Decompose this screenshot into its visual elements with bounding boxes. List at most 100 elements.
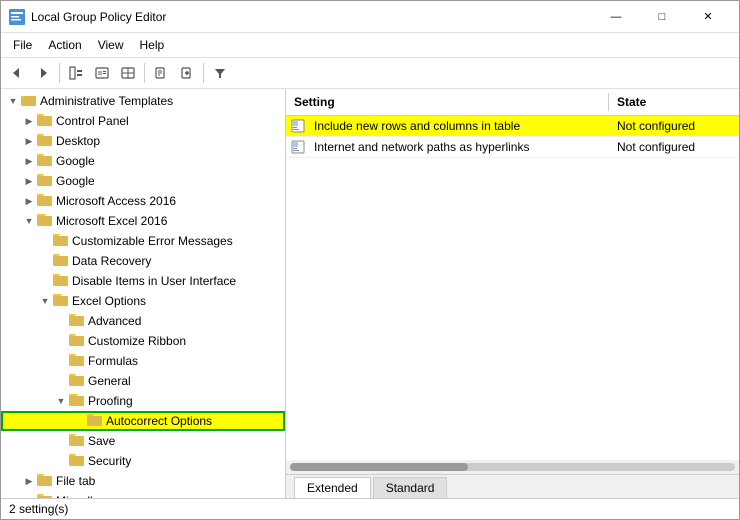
tree-label-advanced: Advanced <box>88 314 141 328</box>
folder-icon-excel-options <box>53 292 69 311</box>
menu-view[interactable]: View <box>90 35 132 55</box>
folder-icon-proofing <box>69 392 85 411</box>
left-panel[interactable]: ▼ Administrative Templates ▶ <box>1 89 286 498</box>
tree-item-autocorrect[interactable]: ▶ Autocorrect Options <box>1 411 285 431</box>
main-window: Local Group Policy Editor — □ ✕ File Act… <box>0 0 740 520</box>
tree-label-formulas: Formulas <box>88 354 138 368</box>
tree-item-formulas[interactable]: ▶ Formulas <box>1 351 285 371</box>
table-row[interactable]: Internet and network paths as hyperlinks… <box>286 137 739 158</box>
tree-item-data-recovery[interactable]: ▶ Data Recovery <box>1 251 285 271</box>
toolbar <box>1 58 739 89</box>
title-controls: — □ ✕ <box>593 4 731 30</box>
minimize-button[interactable]: — <box>593 4 639 30</box>
table-row[interactable]: Include new rows and columns in table No… <box>286 116 739 137</box>
edit-button[interactable] <box>149 61 173 85</box>
table-header: Setting State <box>286 89 739 116</box>
folder-icon-admin <box>21 92 37 111</box>
tree-item-google1[interactable]: ▶ Google <box>1 151 285 171</box>
h-scrollbar-area[interactable] <box>286 460 739 474</box>
expand-control-panel[interactable]: ▶ <box>21 113 37 129</box>
folder-icon-security <box>69 452 85 471</box>
tree-item-ms-excel[interactable]: ▼ Microsoft Excel 2016 <box>1 211 285 231</box>
folder-icon-autocorrect <box>87 412 103 431</box>
expand-excel-options[interactable]: ▼ <box>37 293 53 309</box>
tree-label-control-panel: Control Panel <box>56 114 129 128</box>
folder-icon-google2 <box>37 172 53 191</box>
row-text-1: Internet and network paths as hyperlinks <box>310 138 609 156</box>
new-button[interactable] <box>175 61 199 85</box>
row-state-1: Not configured <box>609 138 739 156</box>
expand-google1[interactable]: ▶ <box>21 153 37 169</box>
folder-icon-general <box>69 372 85 391</box>
tree-item-excel-options[interactable]: ▼ Excel Options <box>1 291 285 311</box>
h-scrollbar-thumb[interactable] <box>290 463 468 471</box>
tree-label-save: Save <box>88 434 115 448</box>
tree-label-general: General <box>88 374 131 388</box>
folder-icon-customizable-errors <box>53 232 69 251</box>
extend-button[interactable] <box>116 61 140 85</box>
folder-icon-customize-ribbon <box>69 332 85 351</box>
right-panel: Setting State Include new rows and <box>286 89 739 498</box>
row-icon-0 <box>290 118 306 134</box>
tree-item-proofing[interactable]: ▼ Proofing <box>1 391 285 411</box>
col-header-state: State <box>609 93 739 111</box>
table-body[interactable]: Include new rows and columns in table No… <box>286 116 739 460</box>
folder-icon-file-tab <box>37 472 53 491</box>
tree-item-admin-templates[interactable]: ▼ Administrative Templates <box>1 91 285 111</box>
tree-view: ▼ Administrative Templates ▶ <box>1 89 285 498</box>
expand-desktop[interactable]: ▶ <box>21 133 37 149</box>
tabs-bar: Extended Standard <box>286 474 739 498</box>
tree-item-disable-items[interactable]: ▶ Disable Items in User Interface <box>1 271 285 291</box>
tree-item-google2[interactable]: ▶ Google <box>1 171 285 191</box>
folder-icon-advanced <box>69 312 85 331</box>
maximize-button[interactable]: □ <box>639 4 685 30</box>
toolbar-sep-2 <box>144 63 145 83</box>
window-title: Local Group Policy Editor <box>31 10 166 24</box>
row-state-0: Not configured <box>609 117 739 135</box>
status-bar: 2 setting(s) <box>1 498 739 519</box>
folder-icon-ms-access <box>37 192 53 211</box>
folder-icon-ms-excel <box>37 212 53 231</box>
row-text-0: Include new rows and columns in table <box>310 117 609 135</box>
tree-item-file-tab[interactable]: ▶ File tab <box>1 471 285 491</box>
menu-file[interactable]: File <box>5 35 40 55</box>
menu-help[interactable]: Help <box>132 35 173 55</box>
tree-item-save[interactable]: ▶ Save <box>1 431 285 451</box>
expand-ms-excel[interactable]: ▼ <box>21 213 37 229</box>
tree-label-admin-templates: Administrative Templates <box>40 94 173 108</box>
tab-standard[interactable]: Standard <box>373 477 448 498</box>
title-bar-left: Local Group Policy Editor <box>9 9 166 25</box>
filter-button[interactable] <box>208 61 232 85</box>
tree-item-security[interactable]: ▶ Security <box>1 451 285 471</box>
menu-action[interactable]: Action <box>40 35 89 55</box>
folder-icon-formulas <box>69 352 85 371</box>
folder-icon-desktop <box>37 132 53 151</box>
close-button[interactable]: ✕ <box>685 4 731 30</box>
tree-item-desktop[interactable]: ▶ Desktop <box>1 131 285 151</box>
tree-item-customizable-errors[interactable]: ▶ Customizable Error Messages <box>1 231 285 251</box>
folder-icon-data-recovery <box>53 252 69 271</box>
tab-extended[interactable]: Extended <box>294 477 371 498</box>
properties-button[interactable] <box>90 61 114 85</box>
tree-label-proofing: Proofing <box>88 394 133 408</box>
forward-button[interactable] <box>31 61 55 85</box>
h-scrollbar[interactable] <box>290 463 735 471</box>
expand-ms-access[interactable]: ▶ <box>21 193 37 209</box>
toolbar-sep-1 <box>59 63 60 83</box>
tree-item-customize-ribbon[interactable]: ▶ Customize Ribbon <box>1 331 285 351</box>
back-button[interactable] <box>5 61 29 85</box>
tree-item-miscellaneous[interactable]: ▶ Miscellaneous <box>1 491 285 498</box>
tree-label-customizable-errors: Customizable Error Messages <box>72 234 233 248</box>
tree-item-general[interactable]: ▶ General <box>1 371 285 391</box>
expand-file-tab[interactable]: ▶ <box>21 473 37 489</box>
tree-item-advanced[interactable]: ▶ Advanced <box>1 311 285 331</box>
expand-google2[interactable]: ▶ <box>21 173 37 189</box>
tree-label-autocorrect: Autocorrect Options <box>106 414 212 428</box>
show-hide-button[interactable] <box>64 61 88 85</box>
tree-item-control-panel[interactable]: ▶ Control Panel <box>1 111 285 131</box>
expand-admin-templates[interactable]: ▼ <box>5 93 21 109</box>
tree-item-ms-access[interactable]: ▶ Microsoft Access 2016 <box>1 191 285 211</box>
tree-label-data-recovery: Data Recovery <box>72 254 151 268</box>
expand-proofing[interactable]: ▼ <box>53 393 69 409</box>
tree-label-google1: Google <box>56 154 95 168</box>
